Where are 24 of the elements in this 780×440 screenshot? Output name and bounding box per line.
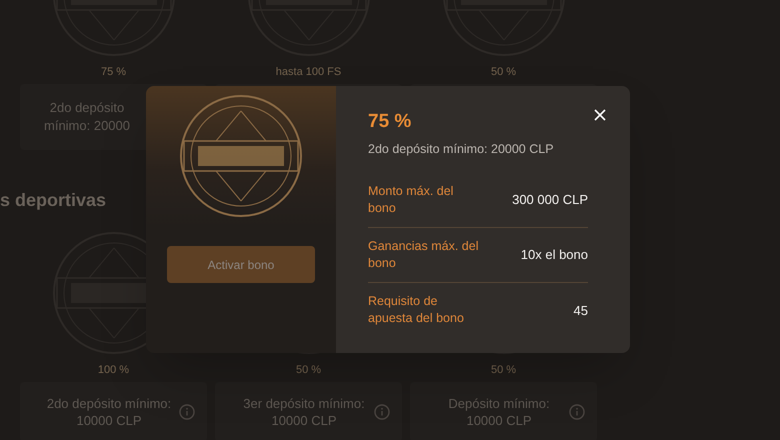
- detail-label: Monto máx. del bono: [368, 182, 454, 217]
- detail-value: 300 000 CLP: [512, 191, 588, 209]
- close-icon[interactable]: [592, 107, 608, 123]
- bonus-amount: 50 %: [490, 363, 516, 378]
- detail-label: Requisito de apuesta del bono: [368, 293, 465, 328]
- bonus-subtitle: 2do depósito mínimo: 20000 CLP: [368, 141, 555, 158]
- activate-bonus-button[interactable]: Activar bono: [167, 246, 315, 283]
- bonus-amount: 75 %: [100, 65, 126, 80]
- bonus-amount: 50 %: [296, 363, 322, 378]
- info-icon[interactable]: [374, 404, 390, 420]
- section-title: s deportivas: [0, 189, 106, 212]
- bonus-description: Depósito mínimo: 10000 CLP: [447, 395, 551, 429]
- bonus-amount: 50 %: [490, 65, 516, 80]
- detail-value: 45: [574, 302, 588, 320]
- bonus-amount: hasta 100 FS: [276, 65, 342, 80]
- info-icon[interactable]: [569, 404, 585, 420]
- bonus-description: 2do depósito mínimo: 20000: [43, 99, 131, 135]
- detail-label: Ganancias máx. del bono: [368, 238, 480, 272]
- info-icon[interactable]: [179, 404, 195, 420]
- bonus-title: 75 %: [368, 110, 412, 134]
- bonus-amount: 100 %: [98, 363, 130, 378]
- bonus-description: 2do depósito mínimo: 10000 CLP: [46, 395, 172, 429]
- bonus-description: 3er depósito mínimo: 10000 CLP: [242, 395, 366, 429]
- detail-value: 10x el bono: [520, 246, 588, 264]
